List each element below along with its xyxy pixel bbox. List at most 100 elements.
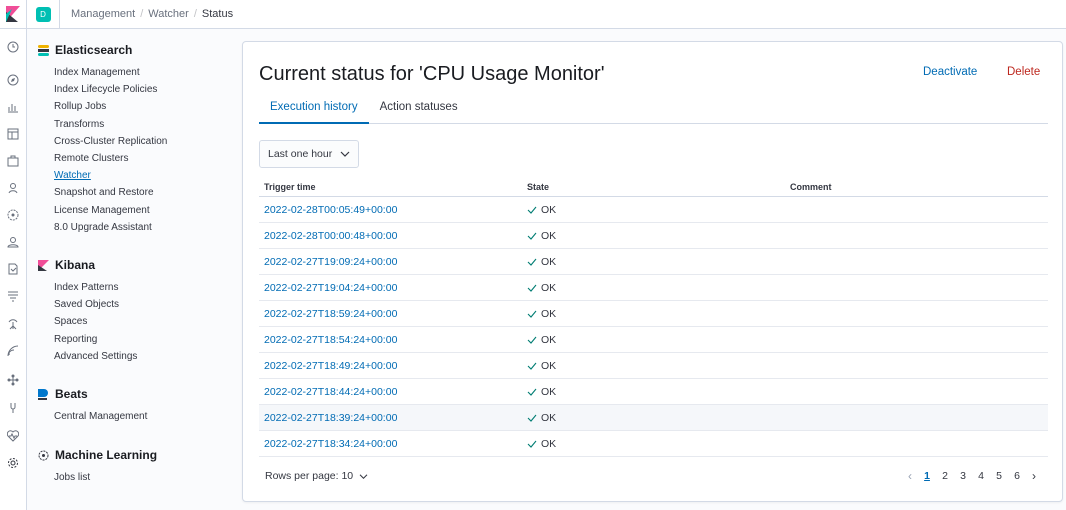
tab-action-statuses[interactable]: Action statuses <box>369 97 469 124</box>
breadcrumb-separator: / <box>140 8 144 20</box>
column-header-trigger-time[interactable]: Trigger time <box>259 182 522 192</box>
state-cell: OK <box>522 412 785 424</box>
table-row: 2022-02-27T18:49:24+00:00 OK <box>259 353 1048 379</box>
state-cell: OK <box>522 334 785 346</box>
check-icon <box>527 414 537 422</box>
page-link-5[interactable]: 5 <box>990 470 1008 482</box>
section-kibana: Kibana Index Patterns Saved Objects Spac… <box>38 257 137 365</box>
table-row: 2022-02-28T00:00:48+00:00 OK <box>259 223 1048 249</box>
page-link-1[interactable]: 1 <box>918 470 936 482</box>
table-row: 2022-02-27T19:04:24+00:00 OK <box>259 275 1048 301</box>
page-link-4[interactable]: 4 <box>972 470 990 482</box>
sidebar-item-cross-cluster-replication[interactable]: Cross-Cluster Replication <box>54 133 167 150</box>
state-cell: OK <box>522 386 785 398</box>
section-title-beats: Beats <box>55 387 88 401</box>
trigger-time-link[interactable]: 2022-02-27T19:09:24+00:00 <box>259 256 522 268</box>
logs-icon[interactable] <box>5 288 21 304</box>
sidebar-item-watcher[interactable]: Watcher <box>54 167 167 184</box>
trigger-time-link[interactable]: 2022-02-27T18:54:24+00:00 <box>259 334 522 346</box>
trigger-time-link[interactable]: 2022-02-28T00:05:49+00:00 <box>259 204 522 216</box>
kibana-logo[interactable] <box>0 0 27 29</box>
sidebar-item-saved-objects[interactable]: Saved Objects <box>54 296 137 313</box>
apm-icon[interactable] <box>5 316 21 332</box>
sidebar-item-index-patterns[interactable]: Index Patterns <box>54 279 137 296</box>
state-cell: OK <box>522 308 785 320</box>
user-icon[interactable] <box>5 234 21 250</box>
page-link-2[interactable]: 2 <box>936 470 954 482</box>
deactivate-button[interactable]: Deactivate <box>923 66 977 78</box>
siem-icon[interactable] <box>5 261 21 277</box>
section-beats: Beats Central Management <box>38 386 147 425</box>
sidebar-item-remote-clusters[interactable]: Remote Clusters <box>54 150 167 167</box>
sidebar-item-jobs-list[interactable]: Jobs list <box>54 469 157 486</box>
check-icon <box>527 336 537 344</box>
uptime-icon[interactable] <box>5 343 21 359</box>
page-link-6[interactable]: 6 <box>1008 470 1026 482</box>
state-cell: OK <box>522 438 785 450</box>
rows-per-page-select[interactable]: Rows per page: 10 <box>265 470 368 482</box>
maps-icon[interactable] <box>5 180 21 196</box>
previous-page-icon[interactable]: ‹ <box>902 469 918 483</box>
state-value: OK <box>541 333 557 346</box>
check-icon <box>527 440 537 448</box>
time-range-select[interactable]: Last one hour <box>259 140 359 168</box>
column-header-state[interactable]: State <box>522 182 785 192</box>
graph-icon[interactable] <box>5 372 21 388</box>
trigger-time-link[interactable]: 2022-02-27T18:34:24+00:00 <box>259 438 522 450</box>
column-header-comment[interactable]: Comment <box>785 182 1048 192</box>
sidebar-item-rollup-jobs[interactable]: Rollup Jobs <box>54 98 167 115</box>
trigger-time-link[interactable]: 2022-02-28T00:00:48+00:00 <box>259 230 522 242</box>
pagination: ‹ 1 2 3 4 5 6 › <box>902 469 1042 483</box>
ml-icon[interactable] <box>5 207 21 223</box>
sidebar-item-snapshot-and-restore[interactable]: Snapshot and Restore <box>54 184 167 201</box>
trigger-time-link[interactable]: 2022-02-27T18:39:24+00:00 <box>259 412 522 424</box>
state-cell: OK <box>522 282 785 294</box>
sidebar-item-advanced-settings[interactable]: Advanced Settings <box>54 348 137 365</box>
breadcrumb-management[interactable]: Management <box>71 8 135 20</box>
space-avatar: D <box>35 6 51 22</box>
trigger-time-link[interactable]: 2022-02-27T18:44:24+00:00 <box>259 386 522 398</box>
machine-learning-icon <box>38 450 49 461</box>
heartbeat-icon[interactable] <box>5 428 21 444</box>
sidebar-item-index-management[interactable]: Index Management <box>54 64 167 81</box>
state-value: OK <box>541 411 557 424</box>
dashboard-icon[interactable] <box>5 126 21 142</box>
gear-icon[interactable] <box>5 455 21 471</box>
sidebar-item-license-management[interactable]: License Management <box>54 202 167 219</box>
dev-tools-icon[interactable] <box>5 400 21 416</box>
check-icon <box>527 232 537 240</box>
sidebar-item-reporting[interactable]: Reporting <box>54 331 137 348</box>
space-selector[interactable]: D <box>27 0 60 29</box>
kibana-logo-icon <box>6 6 20 22</box>
canvas-icon[interactable] <box>5 153 21 169</box>
trigger-time-link[interactable]: 2022-02-27T19:04:24+00:00 <box>259 282 522 294</box>
table-row: 2022-02-27T18:39:24+00:00 OK <box>259 405 1048 431</box>
compass-icon[interactable] <box>5 72 21 88</box>
breadcrumb-watcher[interactable]: Watcher <box>148 8 189 20</box>
trigger-time-link[interactable]: 2022-02-27T18:49:24+00:00 <box>259 360 522 372</box>
page-link-3[interactable]: 3 <box>954 470 972 482</box>
table-row: 2022-02-27T18:54:24+00:00 OK <box>259 327 1048 353</box>
next-page-icon[interactable]: › <box>1026 469 1042 483</box>
check-icon <box>527 310 537 318</box>
clock-icon[interactable] <box>5 39 21 55</box>
state-cell: OK <box>522 204 785 216</box>
state-value: OK <box>541 307 557 320</box>
check-icon <box>527 258 537 266</box>
delete-button[interactable]: Delete <box>1007 66 1040 78</box>
chevron-down-icon <box>340 151 350 157</box>
tab-execution-history[interactable]: Execution history <box>259 97 369 124</box>
sidebar-item-upgrade-assistant[interactable]: 8.0 Upgrade Assistant <box>54 219 167 236</box>
trigger-time-link[interactable]: 2022-02-27T18:59:24+00:00 <box>259 308 522 320</box>
sidebar-item-transforms[interactable]: Transforms <box>54 116 167 133</box>
sidebar-item-spaces[interactable]: Spaces <box>54 313 137 330</box>
check-icon <box>527 284 537 292</box>
state-cell: OK <box>522 256 785 268</box>
top-header: D Management / Watcher / Status <box>0 0 1066 29</box>
sidebar-item-index-lifecycle-policies[interactable]: Index Lifecycle Policies <box>54 81 167 98</box>
table-row: 2022-02-27T19:09:24+00:00 OK <box>259 249 1048 275</box>
section-title-machine-learning: Machine Learning <box>55 448 158 462</box>
sidebar-item-central-management[interactable]: Central Management <box>54 408 147 425</box>
visualize-icon[interactable] <box>5 99 21 115</box>
table-row: 2022-02-27T18:59:24+00:00 OK <box>259 301 1048 327</box>
